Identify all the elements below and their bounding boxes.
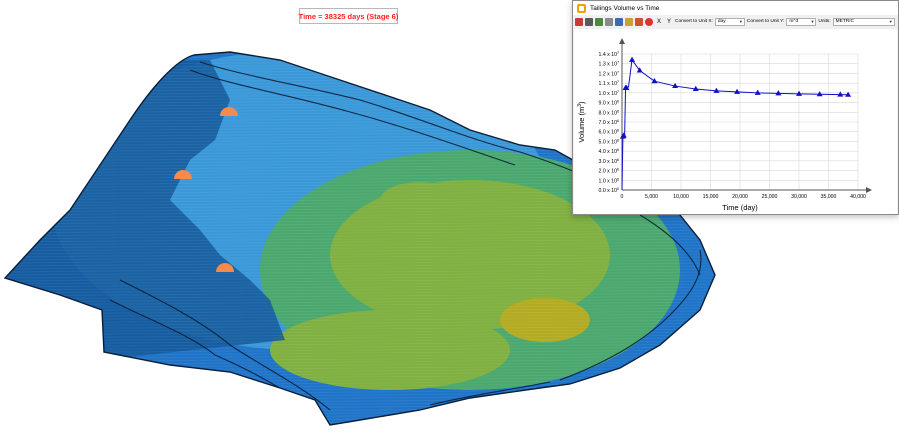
data-point-triangle [816, 91, 823, 97]
y-tick-label: 7.0 x 106 [599, 119, 619, 126]
x-tick-label: 0 [621, 194, 624, 200]
x-axis-button[interactable]: X [655, 19, 663, 25]
y-tick-label: 1.3 x 107 [599, 61, 619, 68]
y-tick-label: 6.0 x 106 [599, 129, 619, 136]
units-select[interactable]: METRIC ▼ [832, 17, 895, 26]
window-title: Tailings Volume vs Time [590, 4, 660, 12]
window-title-bar[interactable]: Tailings Volume vs Time [573, 1, 898, 15]
y-axis-arrow-icon [619, 38, 625, 44]
x-tick-label: 10,000 [673, 194, 689, 200]
chevron-down-icon: ▼ [738, 19, 743, 24]
settings-icon[interactable] [625, 17, 633, 26]
y-tick-label: 4.0 x 106 [599, 148, 619, 155]
x-tick-label: 40,000 [850, 194, 866, 200]
table-icon[interactable] [615, 17, 623, 26]
y-tick-label: 1.4 x 107 [599, 51, 619, 58]
chevron-down-icon: ▼ [810, 19, 815, 24]
convert-x-label: Convert to Unit X: [675, 19, 713, 24]
x-axis-title: Time (day) [722, 203, 758, 212]
y-tick-label: 9.0 x 106 [599, 100, 619, 107]
x-tick-label: 5,000 [645, 194, 658, 200]
convert-y-value: m^3 [789, 19, 799, 24]
convert-x-value: day [717, 19, 726, 24]
copy-icon[interactable] [605, 17, 613, 26]
y-tick-label: 1.1 x 107 [599, 80, 619, 87]
y-tick-label: 1.0 x 106 [599, 177, 619, 184]
x-axis-arrow-icon [866, 187, 872, 193]
y-tick-label: 1.2 x 107 [599, 70, 619, 77]
convert-y-select[interactable]: m^3 ▼ [786, 17, 817, 26]
y-tick-label: 3.0 x 106 [599, 158, 619, 165]
y-tick-label: 8.0 x 106 [599, 109, 619, 116]
x-tick-label: 20,000 [732, 194, 748, 200]
image-icon[interactable] [595, 17, 603, 26]
data-point-triangle [754, 89, 761, 95]
chart-toolbar: X Y Convert to Unit X: day ▼ Convert to U… [573, 15, 898, 28]
volume-time-chart: 0 5,000 10,000 15,000 20,000 25,000 30,000 35,0… [577, 38, 872, 212]
x-tick-label: 15,000 [703, 194, 719, 200]
chart-plot-area[interactable]: 0 5,000 10,000 15,000 20,000 25,000 30,000 35,0… [574, 29, 897, 214]
y-tick-label: 5.0 x 106 [599, 138, 619, 145]
y-tick-label: 1.0 x 107 [599, 90, 619, 97]
y-axis-title: Volume (m3) [577, 101, 586, 143]
stop-icon[interactable] [645, 17, 653, 26]
data-point-triangle [837, 91, 844, 97]
data-point-triangle [796, 90, 802, 96]
chart-icon[interactable] [575, 17, 583, 26]
time-stage-banner: Time = 38325 days (Stage 6) [299, 8, 398, 24]
y-tick-label: 2.0 x 106 [599, 168, 619, 175]
data-point-triangle [629, 56, 636, 62]
print-icon[interactable] [585, 17, 593, 26]
tailings-volume-window[interactable]: Tailings Volume vs Time X Y Convert to U… [572, 0, 899, 215]
convert-y-label: Convert to Unit Y: [746, 19, 785, 24]
chart-grid [621, 53, 859, 191]
units-value: METRIC [835, 19, 855, 24]
units-label: Units: [818, 19, 831, 24]
data-point-triangle [651, 78, 658, 84]
chevron-down-icon: ▼ [888, 19, 893, 24]
y-axis-button[interactable]: Y [665, 19, 673, 25]
x-tick-label: 30,000 [791, 194, 807, 200]
data-point-triangle [845, 91, 852, 97]
x-tick-label: 35,000 [821, 194, 837, 200]
app-icon [577, 3, 586, 13]
y-tick-label: 0.0 x 100 [599, 187, 619, 194]
export-icon[interactable] [635, 17, 643, 26]
x-tick-label: 25,000 [762, 194, 778, 200]
convert-x-select[interactable]: day ▼ [714, 17, 745, 26]
